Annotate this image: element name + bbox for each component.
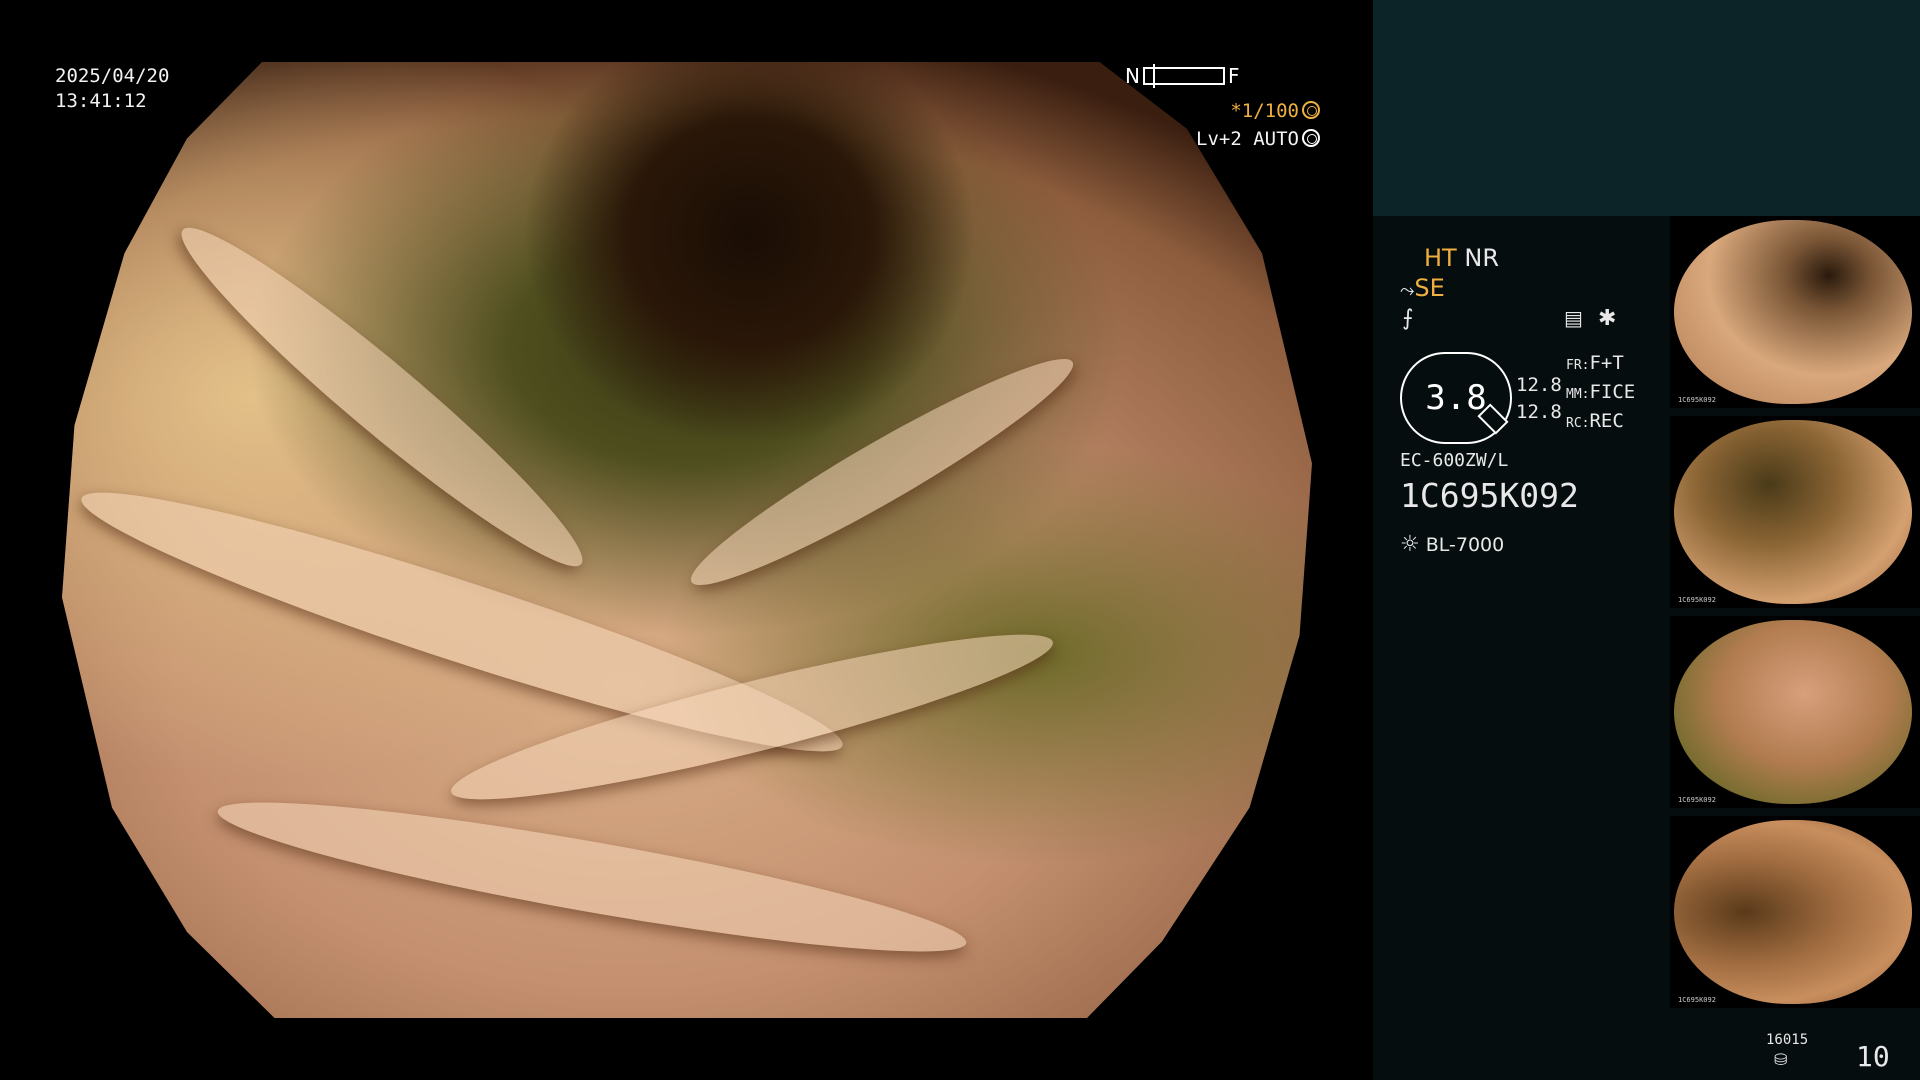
mode-settings: FR:F+T MM:FICE RC:REC	[1566, 350, 1635, 437]
far-label: F	[1227, 64, 1240, 88]
exam-datetime: 2025/04/20 13:41:12	[55, 64, 169, 114]
thumbnail-caption: 1C695K092	[1678, 596, 1716, 604]
color-values: 12.8 12.8	[1516, 372, 1562, 426]
captured-image-thumbnail[interactable]: 1C695K092	[1670, 816, 1920, 1008]
freeze-icon	[1302, 101, 1320, 119]
mucosal-fold	[211, 776, 973, 978]
thumbnail-image	[1674, 420, 1912, 604]
mucosal-fold	[676, 336, 1088, 608]
exam-date: 2025/04/20	[55, 65, 170, 87]
ht-nr-status: HT NR	[1424, 244, 1499, 272]
light-source-icon: ☼	[1400, 532, 1420, 557]
thumbnail-image	[1674, 220, 1912, 404]
color-value-1: 12.8	[1516, 374, 1562, 396]
info-panel-header	[1373, 0, 1920, 216]
captured-image-thumbnail[interactable]: 1C695K092	[1670, 216, 1920, 408]
captured-image-thumbnail[interactable]: 1C695K092	[1670, 616, 1920, 808]
captured-image-thumbnail[interactable]: 1C695K092	[1670, 416, 1920, 608]
exam-time: 13:41:12	[55, 90, 147, 112]
settings-card-icon: ▤	[1564, 306, 1583, 330]
se-label: SE	[1414, 274, 1445, 302]
thumbnail-image	[1674, 820, 1912, 1004]
structure-enhance-icon: ⤳	[1400, 280, 1415, 301]
storage-count: 16015	[1766, 1032, 1809, 1048]
thumbnail-caption: 1C695K092	[1678, 996, 1716, 1004]
mm-value: FICE	[1589, 381, 1636, 403]
thumbnail-caption: 1C695K092	[1678, 396, 1716, 404]
endoscope-live-view	[62, 62, 1312, 1018]
filter-icon: ⨍	[1402, 306, 1414, 331]
scope-model: EC-600ZW/L	[1400, 450, 1509, 471]
level-value: Lv+2 AUTO	[1196, 128, 1299, 150]
light-source: ☼ BL-7000	[1400, 532, 1504, 557]
image-count: 10	[1856, 1040, 1890, 1073]
se-status: ⤳SE	[1400, 274, 1445, 302]
mm-label: MM:	[1566, 387, 1590, 402]
focus-bar	[1142, 64, 1225, 88]
storage-icon: ⛁	[1774, 1050, 1788, 1069]
shutter-speed: *1/100	[1230, 100, 1320, 122]
asterisk-icon: ✱	[1598, 306, 1617, 331]
fr-value: F+T	[1589, 352, 1624, 374]
fr-label: FR:	[1566, 358, 1590, 373]
auto-iris-icon	[1302, 129, 1320, 147]
zoom-value: 3.8	[1425, 378, 1487, 418]
scope-serial: 1C695K092	[1400, 476, 1579, 515]
near-far-indicator: N F	[1125, 64, 1239, 88]
shutter-value: *1/100	[1230, 100, 1299, 122]
light-source-model: BL-7000	[1425, 534, 1505, 556]
rc-label: RC:	[1566, 416, 1590, 431]
rc-value: REC	[1589, 410, 1624, 432]
brightness-level: Lv+2 AUTO	[1196, 128, 1320, 150]
color-value-2: 12.8	[1516, 401, 1562, 423]
thumbnail-caption: 1C695K092	[1678, 796, 1716, 804]
nr-label: NR	[1464, 244, 1499, 272]
thumbnail-image	[1674, 620, 1912, 804]
ht-label: HT	[1424, 244, 1457, 272]
near-label: N	[1125, 64, 1140, 88]
